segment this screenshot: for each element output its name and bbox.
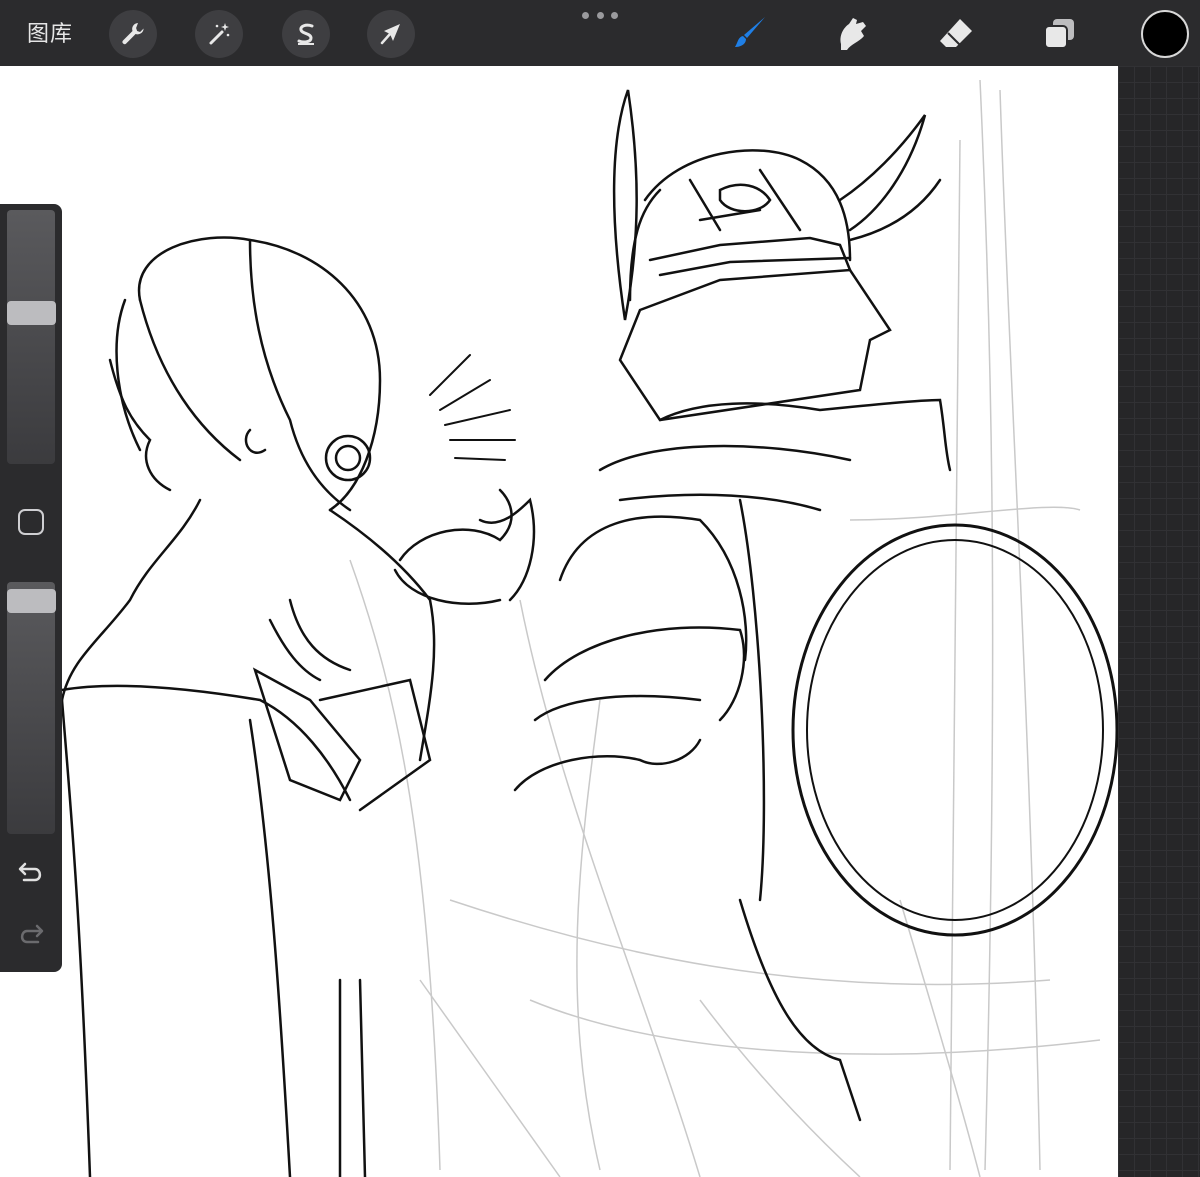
smudge-tool-button[interactable] — [831, 12, 875, 56]
magic-wand-icon — [209, 23, 230, 45]
gallery-button[interactable]: 图库 — [27, 16, 73, 48]
brush-size-slider-knob[interactable] — [7, 300, 56, 325]
actions-wrench-button[interactable] — [109, 10, 157, 58]
sketch-artwork — [60, 79, 1118, 1177]
dot-icon — [611, 12, 618, 19]
wrench-icon — [122, 23, 144, 45]
undo-button[interactable] — [14, 858, 48, 888]
transform-arrow-icon — [380, 24, 400, 45]
dot-icon — [596, 12, 604, 19]
modify-button[interactable] — [18, 509, 44, 535]
more-options-handle[interactable] — [582, 12, 618, 22]
eraser-icon — [940, 19, 972, 47]
eraser-tool-button[interactable] — [934, 12, 978, 56]
opacity-slider[interactable] — [7, 582, 55, 834]
color-picker-button[interactable] — [1141, 10, 1189, 58]
redo-button[interactable] — [14, 920, 48, 950]
redo-arrow-icon — [20, 924, 44, 944]
workspace-background — [1118, 66, 1200, 1177]
adjustments-button[interactable] — [195, 10, 243, 58]
brush-tool-button[interactable] — [727, 12, 771, 56]
layers-button[interactable] — [1038, 12, 1082, 56]
drawing-canvas[interactable] — [0, 66, 1118, 1177]
smudge-icon — [840, 18, 866, 50]
left-sidebar — [0, 204, 62, 972]
top-toolbar: 图库 — [0, 0, 1200, 66]
dot-icon — [582, 12, 589, 19]
opacity-slider-knob[interactable] — [7, 588, 56, 613]
brush-icon — [735, 17, 765, 47]
undo-arrow-icon — [18, 862, 42, 882]
transform-button[interactable] — [367, 10, 415, 58]
layers-icon — [1044, 19, 1074, 49]
selection-button[interactable] — [282, 10, 330, 58]
brush-size-slider[interactable] — [7, 210, 55, 464]
selection-s-icon — [297, 23, 314, 45]
